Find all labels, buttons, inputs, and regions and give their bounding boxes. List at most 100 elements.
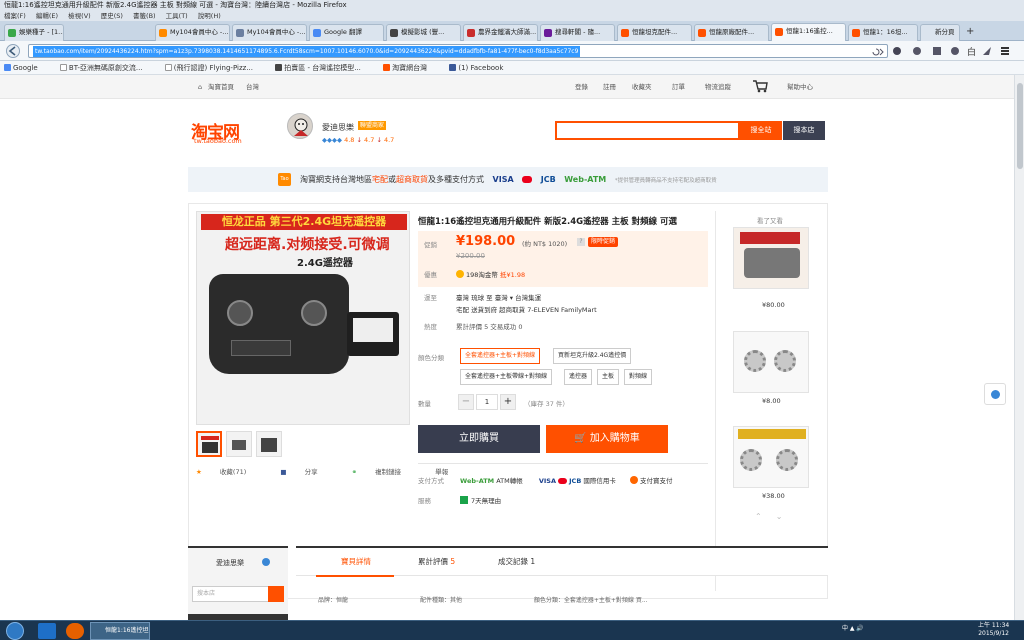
related-price: ¥80.00 xyxy=(762,301,785,309)
help-icon[interactable]: ? xyxy=(577,238,585,246)
browser-tab[interactable]: Google 翻譯 xyxy=(309,24,384,41)
tab-details[interactable]: 寶貝詳情 xyxy=(341,556,371,567)
webatm-logo: Web-ATM xyxy=(460,477,495,485)
sales-label: 熱度 xyxy=(424,323,437,331)
related-item-image[interactable] xyxy=(733,227,809,289)
visa-logo: VISA xyxy=(538,477,556,485)
reload-icon[interactable] xyxy=(869,47,885,56)
shop-name[interactable]: 愛迪思樂 xyxy=(322,122,354,133)
vertical-scrollbar[interactable] xyxy=(1014,75,1024,620)
gear-picture xyxy=(744,350,766,372)
qty-plus-button[interactable]: + xyxy=(500,394,516,410)
browser-tab[interactable]: 農界金鐵滿大師滿... xyxy=(463,24,538,41)
mastercard-icon xyxy=(558,478,568,484)
image-subline2: 2.4G遥控器 xyxy=(297,258,353,269)
share-button[interactable]: ■ 分享 xyxy=(280,468,333,476)
firefox-icon[interactable] xyxy=(66,623,84,639)
menu-view[interactable]: 檢視(V) xyxy=(68,12,91,20)
search-shop-button[interactable]: 搜本店 xyxy=(783,121,825,140)
diamond-rating-icon: ◆◆◆◆ xyxy=(322,136,342,144)
favorite-button[interactable]: ★ 收藏(71) xyxy=(196,468,262,476)
internet-explorer-icon[interactable] xyxy=(38,623,56,639)
menu-help[interactable]: 說明(H) xyxy=(198,12,221,20)
home-icon[interactable]: ⌂ xyxy=(198,75,202,99)
nav-help[interactable]: 幫助中心 xyxy=(787,75,813,99)
nav-register[interactable]: 註冊 xyxy=(603,75,616,99)
option-cable[interactable]: 對頻線 xyxy=(624,369,653,385)
browser-tab[interactable]: 恒龍原廠配件... xyxy=(694,24,769,41)
menu-edit[interactable]: 編輯(E) xyxy=(36,12,58,20)
menu-history[interactable]: 歷史(S) xyxy=(101,12,123,20)
start-button[interactable] xyxy=(6,622,24,640)
side-pager[interactable]: ⌃⌄ xyxy=(755,512,796,521)
related-item-image[interactable] xyxy=(733,331,809,393)
cart-icon: 🛒 xyxy=(574,433,587,444)
copy-link-button[interactable]: ⚭ 複制鏈接 xyxy=(352,468,418,476)
shop-search-input[interactable]: 搜本店 xyxy=(192,586,270,602)
option-full-set-cable[interactable]: 全套遙控器+主板帶線+對頻線 xyxy=(460,369,553,385)
new-tab-icon[interactable]: + xyxy=(966,26,974,37)
related-item-image[interactable] xyxy=(733,426,809,488)
buy-now-button[interactable]: 立即購買 xyxy=(418,425,540,453)
option-full-set[interactable]: 全套遙控器+主板+對頻線 xyxy=(460,348,541,364)
browser-tab[interactable]: 恒龍坦克配件... xyxy=(617,24,692,41)
cart-icon[interactable] xyxy=(752,79,768,93)
browser-tab[interactable]: My104會員中心 -... xyxy=(155,24,230,41)
back-icon[interactable] xyxy=(4,44,22,58)
clock[interactable]: 上午 11:34 2015/9/12 xyxy=(978,622,1009,638)
search-all-button[interactable]: 搜全站 xyxy=(740,121,782,140)
toolbar-icons: 白 xyxy=(893,46,1009,57)
ship-methods: 宅配 送貨到府 超商取貨 7-ELEVEN FamilyMart xyxy=(456,306,597,314)
browser-tab[interactable]: 娛樂種子 - [1... xyxy=(4,24,64,41)
option-upgrade[interactable]: 買新坦克升級2.4G遙控價 xyxy=(553,348,632,364)
floating-help-button[interactable] xyxy=(984,383,1006,405)
bookmark-item[interactable]: 淘寶網台灣 xyxy=(383,64,437,72)
bookmark-item[interactable]: Google xyxy=(4,64,48,72)
bookmark-item[interactable]: BT-亞洲無碼原創交流... xyxy=(59,64,153,72)
nav-logistics[interactable]: 物流追蹤 xyxy=(705,75,731,99)
nav-login[interactable]: 登錄 xyxy=(575,75,588,99)
thumbnail[interactable] xyxy=(196,431,222,457)
bookmark-item[interactable]: (1) Facebook xyxy=(449,64,513,72)
bookmark-item[interactable]: (飛行認證) Flying-Pizz... xyxy=(164,64,263,72)
nav-home[interactable]: 淘寶首頁 xyxy=(208,75,234,99)
qty-input[interactable]: 1 xyxy=(476,394,498,410)
tab-label: My104會員中心 -... xyxy=(247,28,306,36)
browser-tab[interactable]: My104會員中心 -... xyxy=(232,24,307,41)
search-input[interactable] xyxy=(555,121,740,140)
browser-tab[interactable]: 搜尋軒閣 - 隨... xyxy=(540,24,615,41)
system-tray[interactable]: 中 ▲ 🔊 xyxy=(842,623,864,632)
add-to-cart-button[interactable]: 🛒 加入購物車 xyxy=(546,425,668,453)
tab-favicon-icon xyxy=(159,29,167,37)
tab-transactions[interactable]: 成交記錄 1 xyxy=(498,556,535,567)
bookmark-item[interactable]: 拍賣區 - 台灣遙控模型... xyxy=(275,64,371,72)
browser-tab[interactable]: 新分頁 xyxy=(920,24,960,41)
option-board[interactable]: 主板 xyxy=(597,369,620,385)
nav-favorites[interactable]: 收藏夾 xyxy=(632,75,652,99)
nav-orders[interactable]: 訂單 xyxy=(672,75,685,99)
thumbnail[interactable] xyxy=(256,431,282,457)
qty-minus-button[interactable]: − xyxy=(458,394,474,410)
scrollbar-thumb[interactable] xyxy=(1017,83,1023,169)
chat-icon[interactable] xyxy=(262,558,270,566)
site-topnav: ⌂ 淘寶首頁 台灣 登錄 註冊 收藏夾 訂單 物流追蹤 幫助中心 xyxy=(0,75,1014,99)
ship-destination[interactable]: 臺灣 琉球 至 臺灣 ▾ 台灣集運 xyxy=(456,292,541,302)
menu-bookmarks[interactable]: 書籤(B) xyxy=(133,12,156,20)
browser-tab-active[interactable]: 恒龍1:16遙控... xyxy=(771,23,846,42)
alipay-text: 支付寶支付 xyxy=(640,477,673,485)
thumbnail[interactable] xyxy=(226,431,252,457)
visa-logo: VISA xyxy=(492,175,514,184)
option-remote[interactable]: 遙控器 xyxy=(564,369,593,385)
taskbar-firefox-window[interactable]: 恒龍1:16遙控坦... xyxy=(90,622,150,640)
shop-sidebar-name[interactable]: 愛迪思樂 xyxy=(216,558,244,568)
menu-file[interactable]: 檔案(F) xyxy=(4,12,26,20)
search-icon[interactable] xyxy=(268,586,284,602)
shop-avatar[interactable] xyxy=(287,113,313,139)
menu-tools[interactable]: 工具(T) xyxy=(166,12,188,20)
tab-reviews[interactable]: 累計評價 5 xyxy=(418,556,455,567)
url-bar[interactable]: tw.taobao.com/item/20924436224.htm?spm=a… xyxy=(28,44,888,58)
browser-tab[interactable]: 恒龍1：16坦... xyxy=(848,24,918,41)
nav-region[interactable]: 台灣 xyxy=(246,75,259,99)
product-main-image[interactable]: 恒龙正品 第三代2.4G坦克遥控器 超远距离.对频接受.可微调 2.4G遥控器 xyxy=(196,211,410,425)
browser-tab[interactable]: 模擬影城 (豐... xyxy=(386,24,461,41)
